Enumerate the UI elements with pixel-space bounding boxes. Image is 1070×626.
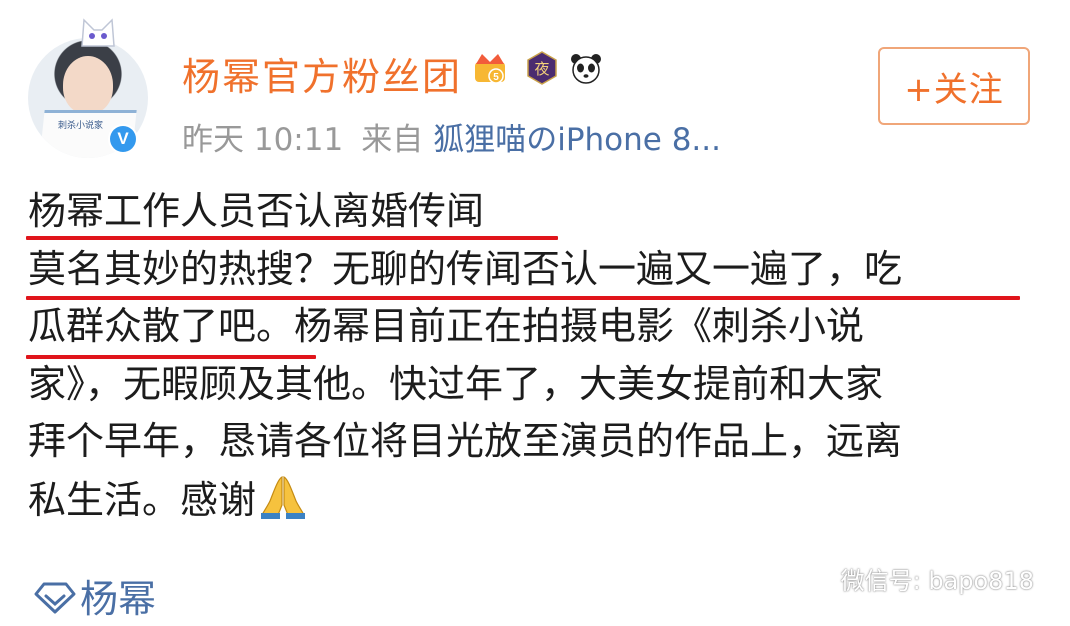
verified-icon: V: [110, 126, 136, 152]
highlight-underline: [26, 355, 316, 359]
from-label: 来自: [361, 122, 424, 158]
wechat-icon: [793, 562, 832, 592]
watermark-text: 微信号: bapo818: [840, 566, 1034, 595]
svg-text:夜: 夜: [534, 60, 549, 78]
cat-pendant-icon: [81, 18, 115, 47]
post-line-last: 私生活。感谢: [28, 471, 1038, 529]
avatar-book-text: 刺杀小说家: [58, 121, 104, 131]
post-line: 莫名其妙的热搜？无聊的传闻否认一遍又一遍了，吃: [28, 246, 903, 291]
topic-diamond-icon: [34, 582, 76, 613]
highlight-underline: [26, 236, 558, 240]
topic-label[interactable]: 杨幂: [80, 568, 156, 623]
topic-tag[interactable]: 杨幂: [34, 568, 156, 623]
post-line: 家》，无暇顾及其他。快过年了，大美女提前和大家: [28, 361, 884, 406]
post-time: 昨天 10:11: [182, 122, 344, 158]
post-line: 拜个早年，恳请各位将目光放至演员的作品上，远离: [28, 419, 903, 463]
verified-badge: V: [108, 124, 138, 154]
post-line: 瓜群众散了吧。杨幂目前正在拍摄电影《刺杀小说: [28, 304, 865, 348]
post-meta: 昨天 10:11 来自 狐狸喵のiPhone 8...: [182, 114, 721, 159]
pray-hands-icon: [261, 475, 306, 519]
svg-text:5: 5: [493, 72, 499, 83]
username[interactable]: 杨幂官方粉丝团: [182, 46, 462, 101]
crown-vip-icon: 5: [475, 54, 505, 84]
post-source-link[interactable]: 狐狸喵のiPhone 8...: [433, 122, 721, 158]
post-line: 杨幂工作人员否认离婚传闻: [28, 189, 485, 233]
follow-button[interactable]: +关注: [878, 47, 1030, 125]
highlight-underline: [26, 296, 1020, 300]
avatar-face: [63, 56, 113, 114]
wechat-watermark: 微信号: bapo818: [793, 560, 1034, 596]
panda-badge-icon: [571, 54, 601, 84]
post-line-text: 私生活。感谢: [28, 477, 257, 522]
night-badge-icon: 夜: [527, 51, 557, 85]
